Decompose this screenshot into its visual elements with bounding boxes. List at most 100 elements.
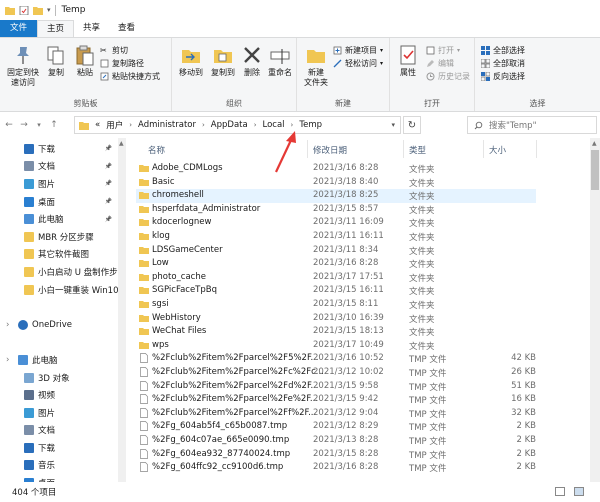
table-row[interactable]: %2Fclub%2Fitem%2Fparcel%2Fc%2Fc... 2021/3…	[136, 366, 536, 380]
table-row[interactable]: photo_cache 2021/3/17 17:51 文件夹	[136, 271, 536, 285]
edit-button[interactable]: 编辑	[426, 58, 454, 69]
nav-item[interactable]: 下载 📌	[0, 140, 118, 158]
table-row[interactable]: WeChat Files 2021/3/15 18:13 文件夹	[136, 325, 536, 339]
large-icons-view-icon[interactable]	[574, 487, 584, 496]
table-row[interactable]: SGPicFaceTpBq 2021/3/15 16:11 文件夹	[136, 284, 536, 298]
scroll-up-icon[interactable]: ▲	[592, 140, 597, 147]
table-row[interactable]: Adobe_CDMLogs 2021/3/16 8:28 文件夹	[136, 162, 536, 176]
table-row[interactable]: %2Fg_604ab5f4_c65b0087.tmp 2021/3/12 8:29…	[136, 420, 536, 434]
copy-button[interactable]: 复制	[43, 44, 69, 78]
nav-item[interactable]: 视频	[0, 386, 118, 404]
breadcrumb-separator-icon[interactable]: ›	[202, 121, 205, 129]
breadcrumb-overflow[interactable]: «	[95, 120, 100, 130]
forward-arrow-icon[interactable]: →	[18, 118, 30, 132]
new-item-button[interactable]: 新建项目 ▾	[333, 45, 383, 56]
vertical-scrollbar[interactable]: ▲	[590, 138, 600, 482]
tab-view[interactable]: 查看	[109, 20, 144, 37]
table-row[interactable]: Basic 2021/3/18 8:40 文件夹	[136, 176, 536, 190]
recent-dropdown-icon[interactable]: ▾	[33, 118, 45, 132]
tab-home[interactable]: 主页	[37, 20, 75, 37]
delete-button[interactable]: 删除	[240, 44, 264, 78]
quick-access-dropdown-icon[interactable]: ▾	[47, 6, 51, 14]
nav-item[interactable]: 3D 对象	[0, 369, 118, 387]
properties-button[interactable]: 属性	[394, 44, 422, 78]
column-size[interactable]: 大小	[489, 144, 506, 156]
easy-access-button[interactable]: 轻松访问 ▾	[333, 58, 383, 69]
expand-chevron-icon[interactable]: ›	[6, 320, 9, 330]
column-name[interactable]: 名称	[148, 144, 165, 156]
table-row[interactable]: kdocerlognew 2021/3/11 16:09 文件夹	[136, 216, 536, 230]
nav-item[interactable]: 下载	[0, 439, 118, 457]
paste-shortcut-button[interactable]: 粘贴快捷方式	[100, 71, 160, 82]
move-to-button[interactable]: 移动到	[176, 44, 206, 78]
table-row[interactable]: LDSGameCenter 2021/3/11 8:34 文件夹	[136, 244, 536, 258]
nav-item[interactable]: 图片 📌	[0, 175, 118, 193]
column-divider[interactable]	[403, 140, 404, 158]
table-row[interactable]: WebHistory 2021/3/10 16:39 文件夹	[136, 312, 536, 326]
table-row[interactable]: klog 2021/3/11 16:11 文件夹	[136, 230, 536, 244]
table-row[interactable]: hsperfdata_Administrator 2021/3/15 8:57 文件…	[136, 203, 536, 217]
nav-item[interactable]: MBR 分区步骤	[0, 228, 118, 246]
nav-item[interactable]: 此电脑 📌	[0, 210, 118, 228]
table-row[interactable]: wps 2021/3/17 10:49 文件夹	[136, 339, 536, 353]
copy-path-button[interactable]: 复制路径	[100, 58, 144, 69]
nav-item[interactable]: › OneDrive	[0, 316, 118, 334]
nav-item[interactable]: 桌面 📌	[0, 193, 118, 211]
table-row[interactable]: %2Fg_604ea932_87740024.tmp 2021/3/15 8:28…	[136, 448, 536, 462]
rename-button[interactable]: 重命名	[266, 44, 294, 78]
table-row[interactable]: %2Fclub%2Fitem%2Fparcel%2Ff%2F... 2021/3/…	[136, 407, 536, 421]
select-none-button[interactable]: 全部取消	[481, 58, 525, 69]
nav-item[interactable]: 桌面	[0, 474, 118, 482]
nav-item[interactable]: 图片	[0, 404, 118, 422]
address-dropdown-icon[interactable]: ▾	[391, 121, 395, 129]
expand-chevron-icon[interactable]: ›	[6, 355, 9, 365]
column-type[interactable]: 类型	[409, 144, 426, 156]
table-row[interactable]: Low 2021/3/16 8:28 文件夹	[136, 257, 536, 271]
cut-button[interactable]: ✂ 剪切	[100, 45, 128, 56]
table-row[interactable]: %2Fg_604c07ae_665e0090.tmp 2021/3/13 8:28…	[136, 434, 536, 448]
pin-quick-access-button[interactable]: 固定到快 速访问	[4, 44, 42, 88]
breadcrumb-separator-icon[interactable]: ›	[254, 121, 257, 129]
table-row[interactable]: %2Fclub%2Fitem%2Fparcel%2Fd%2F... 2021/3/…	[136, 380, 536, 394]
breadcrumb-appdata[interactable]: AppData	[211, 120, 248, 130]
search-input[interactable]: 搜索"Temp"	[467, 116, 597, 134]
new-folder-quick-icon[interactable]	[33, 6, 43, 15]
open-button[interactable]: 打开 ▾	[426, 45, 460, 56]
copy-to-button[interactable]: 复制到	[208, 44, 238, 78]
details-view-icon[interactable]	[555, 487, 565, 496]
history-button[interactable]: 历史记录	[426, 71, 470, 82]
nav-item[interactable]: 文档 📌	[0, 158, 118, 176]
scroll-up-icon[interactable]: ▲	[119, 140, 124, 147]
nav-item[interactable]: 文档	[0, 422, 118, 440]
column-divider[interactable]	[483, 140, 484, 158]
new-folder-button[interactable]: 新建 文件夹	[301, 44, 331, 88]
tab-file[interactable]: 文件	[0, 20, 38, 37]
breadcrumb-separator-icon[interactable]: ›	[129, 121, 132, 129]
tab-share[interactable]: 共享	[74, 20, 109, 37]
column-divider[interactable]	[307, 140, 308, 158]
nav-item[interactable]: 小白一键重装 Win10	[0, 281, 118, 299]
table-row[interactable]: chromeshell 2021/3/18 8:25 文件夹	[136, 189, 536, 203]
breadcrumb-users[interactable]: 用户	[106, 119, 123, 131]
breadcrumb-local[interactable]: Local	[263, 120, 285, 130]
nav-item[interactable]: 小白启动 U 盘制作步	[0, 263, 118, 281]
navigation-scrollbar[interactable]: ▲	[118, 138, 126, 482]
breadcrumb-administrator[interactable]: Administrator	[138, 120, 196, 130]
column-modified[interactable]: 修改日期	[313, 144, 347, 156]
paste-button[interactable]: 粘贴	[72, 44, 98, 78]
back-arrow-icon[interactable]: ←	[3, 118, 15, 132]
scroll-thumb[interactable]	[591, 150, 599, 190]
table-row[interactable]: sgsi 2021/3/15 8:11 文件夹	[136, 298, 536, 312]
up-arrow-icon[interactable]: ↑	[48, 118, 60, 132]
table-row[interactable]: %2Fg_604ffc92_cc9100d6.tmp 2021/3/16 8:28…	[136, 461, 536, 475]
invert-selection-button[interactable]: 反向选择	[481, 71, 525, 82]
table-row[interactable]: %2Fclub%2Fitem%2Fparcel%2F5%2F... 2021/3/…	[136, 352, 536, 366]
nav-item[interactable]: 音乐	[0, 457, 118, 475]
address-bar[interactable]: « 用户 › Administrator › AppData › Local ›…	[74, 116, 401, 134]
nav-item[interactable]: › 此电脑	[0, 351, 118, 369]
properties-check-icon[interactable]	[19, 5, 29, 15]
select-all-button[interactable]: 全部选择	[481, 45, 525, 56]
breadcrumb-temp[interactable]: Temp	[299, 120, 322, 130]
column-divider[interactable]	[536, 140, 537, 158]
nav-item[interactable]: 其它软件截图	[0, 246, 118, 264]
